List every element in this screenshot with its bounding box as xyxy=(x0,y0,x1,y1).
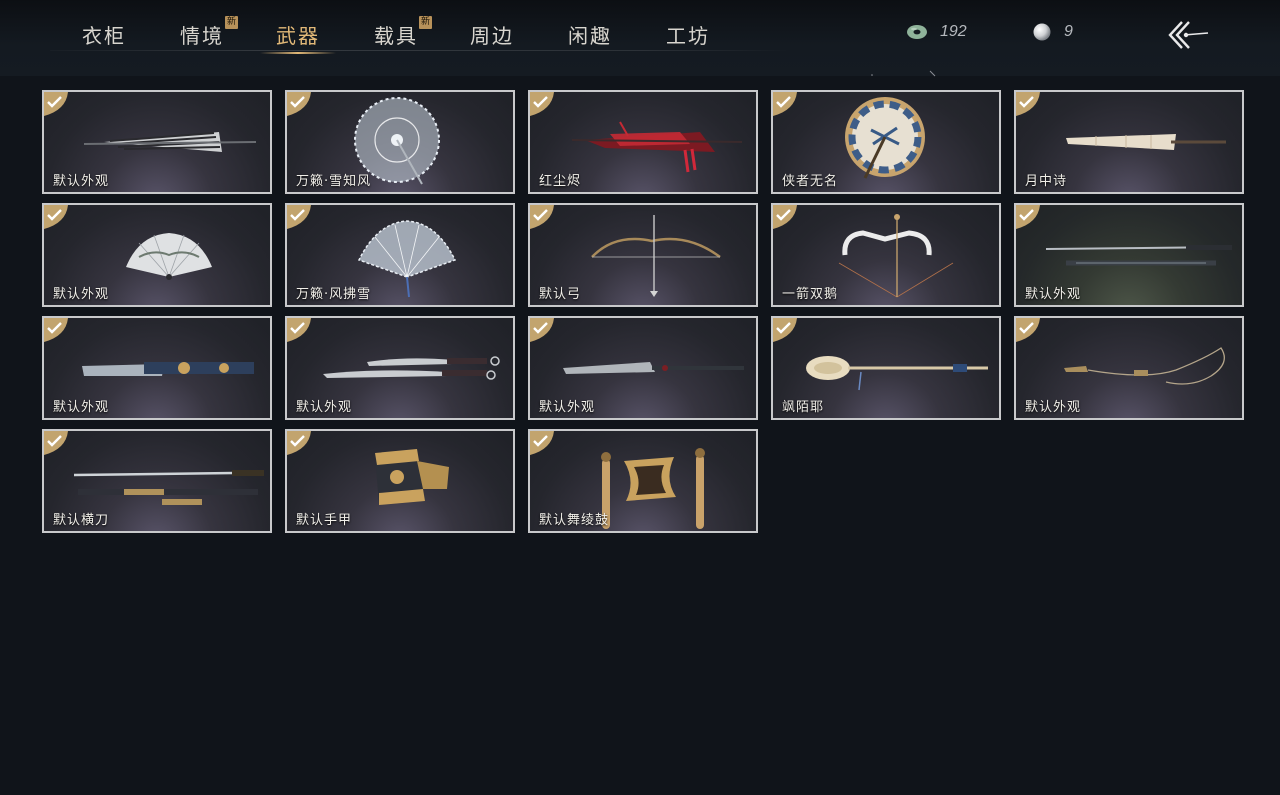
weapon-card-10[interactable]: 默认外观 xyxy=(42,316,272,420)
tab-label: 情境 xyxy=(180,24,224,48)
weapon-card-11[interactable]: 默认外观 xyxy=(285,316,515,420)
weapon-name: 默认外观 xyxy=(53,400,110,415)
weapon-card-17[interactable]: 默认舞绫鼓 xyxy=(528,429,758,533)
back-arrow-icon xyxy=(1168,21,1209,49)
back-button[interactable] xyxy=(1164,18,1212,52)
weapon-card-0[interactable]: 默认外观 xyxy=(42,90,272,194)
tab-label: 衣柜 xyxy=(82,24,126,48)
weapon-card-5[interactable]: 默认外观 xyxy=(42,203,272,307)
weapon-name: 默认外观 xyxy=(1025,400,1082,415)
weapon-name: 飒陌耶 xyxy=(782,400,825,415)
tab-scenes[interactable]: 情境 新 xyxy=(162,16,242,50)
tab-divider xyxy=(50,50,790,51)
weapon-card-1[interactable]: 万籁·雪知风 xyxy=(285,90,515,194)
weapon-card-4[interactable]: 月中诗 xyxy=(1014,90,1244,194)
weapon-name: 默认外观 xyxy=(53,287,110,302)
weapon-name: 默认外观 xyxy=(539,400,596,415)
tab-label: 周边 xyxy=(470,24,514,48)
tab-label: 闲趣 xyxy=(568,24,612,48)
weapon-name: 万籁·风拂雪 xyxy=(296,287,372,302)
active-tab-indicator xyxy=(260,52,336,54)
weapon-name: 一箭双鹅 xyxy=(782,287,839,302)
tab-label: 载具 xyxy=(374,24,418,48)
weapon-card-9[interactable]: 默认外观 xyxy=(1014,203,1244,307)
weapon-card-14[interactable]: 默认外观 xyxy=(1014,316,1244,420)
weapon-card-3[interactable]: 侠者无名 xyxy=(771,90,1001,194)
weapon-card-15[interactable]: 默认横刀 xyxy=(42,429,272,533)
weapon-name: 侠者无名 xyxy=(782,174,839,189)
tab-label: 工坊 xyxy=(666,24,710,48)
weapon-name: 默认外观 xyxy=(53,174,110,189)
weapon-name: 默认外观 xyxy=(1025,287,1082,302)
weapon-name: 月中诗 xyxy=(1025,174,1068,189)
pearl-currency: 9 xyxy=(1032,20,1073,44)
weapon-name: 默认弓 xyxy=(539,287,582,302)
jade-currency: 192 xyxy=(906,20,967,44)
weapon-card-2[interactable]: 红尘烬 xyxy=(528,90,758,194)
tab-leisure[interactable]: 闲趣 xyxy=(550,20,630,50)
weapon-card-13[interactable]: 飒陌耶 xyxy=(771,316,1001,420)
weapon-name: 默认横刀 xyxy=(53,513,110,528)
weapon-card-12[interactable]: 默认外观 xyxy=(528,316,758,420)
weapon-name: 万籁·雪知风 xyxy=(296,174,372,189)
new-badge: 新 xyxy=(225,16,238,29)
weapon-card-7[interactable]: 默认弓 xyxy=(528,203,758,307)
tab-label: 武器 xyxy=(276,24,320,48)
jade-coin-icon xyxy=(907,25,927,39)
tab-peripherals[interactable]: 周边 xyxy=(452,20,532,50)
weapon-card-16[interactable]: 默认手甲 xyxy=(285,429,515,533)
pearl-icon xyxy=(1033,23,1051,41)
pearl-amount: 9 xyxy=(1064,23,1073,40)
weapon-name: 默认舞绫鼓 xyxy=(539,513,610,528)
weapon-name: 默认手甲 xyxy=(296,513,353,528)
tab-mounts[interactable]: 载具 新 xyxy=(356,16,436,50)
weapon-card-8[interactable]: 一箭双鹅 xyxy=(771,203,1001,307)
tab-workshop[interactable]: 工坊 xyxy=(648,20,728,50)
weapon-name: 红尘烬 xyxy=(539,174,582,189)
jade-amount: 192 xyxy=(940,23,967,40)
tab-weapons[interactable]: 武器 xyxy=(258,20,338,54)
weapon-name: 默认外观 xyxy=(296,400,353,415)
tab-wardrobe[interactable]: 衣柜 xyxy=(64,20,144,50)
new-badge: 新 xyxy=(419,16,432,29)
top-bar: 衣柜 情境 新 武器 载具 新 周边 闲趣 工坊 192 9 xyxy=(0,0,1280,76)
decorative-mark xyxy=(871,70,936,77)
weapon-card-6[interactable]: 万籁·风拂雪 xyxy=(285,203,515,307)
